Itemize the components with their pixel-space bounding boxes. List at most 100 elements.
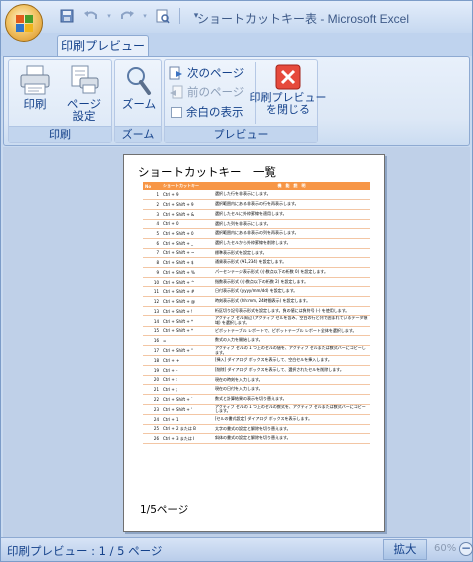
print-group: 印刷 ページ 設定 印刷 — [8, 59, 112, 143]
preview-group: 次のページ 前のページ 余白の表示 印刷プレビュー を閉じる プレビュー — [164, 59, 327, 143]
close-preview-button[interactable]: 印刷プレビュー を閉じる — [250, 64, 327, 116]
show-margins-checkbox[interactable]: 余白の表示 — [171, 104, 244, 120]
header-no: No — [143, 182, 161, 190]
preview-page[interactable]: ショートカットキー 一覧 No ショートカットキー 機 能 説 明 1 Ctrl … — [123, 154, 385, 532]
print-preview-icon[interactable] — [153, 7, 173, 25]
row-no: 1 — [143, 190, 161, 201]
row-no: 15 — [143, 326, 161, 337]
row-key: Ctrl + ; — [161, 384, 213, 395]
row-no: 17 — [143, 345, 161, 357]
header-desc: 機 能 説 明 — [213, 182, 370, 190]
zoom-in-button[interactable]: 拡大 — [383, 539, 427, 560]
preview-workspace[interactable]: ショートカットキー 一覧 No ショートカットキー 機 能 説 明 1 Ctrl … — [3, 147, 470, 537]
row-no: 24 — [143, 414, 161, 425]
close-preview-icon — [275, 64, 301, 90]
table-row: 22 Ctrl + Shift + ` 数式と計算結果の表示を切り替えます。 — [143, 394, 370, 405]
row-key: Ctrl + Shift + ~ — [161, 248, 213, 259]
table-row: 21 Ctrl + ; 現在の日付を入力します。 — [143, 384, 370, 395]
row-desc: 現在の日付を入力します。 — [213, 384, 370, 395]
checkbox-box[interactable] — [171, 106, 182, 118]
row-no: 18 — [143, 355, 161, 366]
row-key: Ctrl + Shift + * — [161, 315, 213, 327]
office-logo-icon — [16, 15, 33, 32]
table-row: 23 Ctrl + Shift + ' アクティブ セルの 1 つ上のセルの数式を、… — [143, 404, 370, 415]
sheet-title: ショートカットキー 一覧 — [138, 165, 276, 179]
row-no: 23 — [143, 404, 161, 415]
row-no: 4 — [143, 219, 161, 230]
row-desc: 桁区切り記号表示形式を設定します。負の値には負符号 (-) を使用します。 — [213, 306, 370, 317]
zoom-group: ズーム ズーム — [114, 59, 162, 143]
row-no: 3 — [143, 209, 161, 220]
row-key: Ctrl + 3 または I — [161, 433, 213, 444]
table-row: 26 Ctrl + 3 または I 斜体の書式の設定と解除を切り替えます。 — [143, 433, 370, 444]
row-desc: 通貨表示形式 (¥1,234) を設定します。 — [213, 257, 370, 268]
row-desc: 斜体の書式の設定と解除を切り替えます。 — [213, 433, 370, 444]
magnifier-icon — [127, 67, 151, 95]
row-desc: 数式の入力を開始します。 — [213, 335, 370, 346]
excel-window: ▾ ▾ ▾ ショートカットキー表 - Microsoft Excel 印刷プレビ… — [0, 0, 473, 562]
row-no: 25 — [143, 424, 161, 435]
row-key: Ctrl + Shift + " — [161, 345, 213, 357]
ribbon: 印刷 ページ 設定 印刷 ズーム ズーム 次のページ 前のページ 余白の表示 印… — [3, 56, 470, 146]
save-icon[interactable] — [57, 7, 77, 25]
row-desc: 選択したセルから外枠罫線を削除します。 — [213, 238, 370, 249]
row-desc: 選択したセルに外枠罫線を適用します。 — [213, 209, 370, 220]
row-desc: ピボットテーブル レポートで、ピボットテーブル レポート全体を選択します。 — [213, 326, 370, 337]
row-no: 9 — [143, 267, 161, 278]
row-desc: 選択範囲内にある非表示の列を再表示します。 — [213, 228, 370, 239]
row-no: 10 — [143, 277, 161, 288]
page-setup-button[interactable]: ページ 設定 — [61, 64, 107, 122]
table-row: 16 = 数式の入力を開始します。 — [143, 335, 370, 346]
zoom-button[interactable]: ズーム — [117, 64, 161, 110]
office-button[interactable] — [5, 4, 43, 42]
prev-page-button[interactable]: 前のページ — [169, 84, 244, 100]
table-row: 25 Ctrl + 2 または B 太字の書式の設定と解除を切り替えます。 — [143, 424, 370, 435]
row-key: Ctrl + 2 または B — [161, 424, 213, 435]
row-key: Ctrl + 9 — [161, 190, 213, 201]
page-setup-label: ページ 設定 — [66, 97, 102, 123]
shortcut-table: No ショートカットキー 機 能 説 明 1 Ctrl + 9 選択した行を非表示に… — [143, 182, 370, 444]
table-row: 7 Ctrl + Shift + ~ 標準表示形式を設定します。 — [143, 248, 370, 259]
tab-print-preview[interactable]: 印刷プレビュー — [57, 35, 149, 57]
quick-access-toolbar: ▾ ▾ ▾ — [57, 7, 206, 25]
status-bar: 印刷プレビュー : 1 / 5 ページ 拡大 60% − — [1, 537, 473, 561]
row-desc: 数式と計算結果の表示を切り替えます。 — [213, 394, 370, 405]
print-group-label: 印刷 — [9, 126, 111, 142]
window-title: ショートカットキー表 - Microsoft Excel — [197, 12, 410, 26]
row-no: 13 — [143, 306, 161, 317]
close-preview-label: 印刷プレビュー を閉じる — [249, 91, 327, 116]
row-desc: アクティブ セル周辺 (アクティブ セルを含み、空白の行と列で囲まれているデータ… — [213, 315, 370, 327]
table-header-row: No ショートカットキー 機 能 説 明 — [143, 182, 370, 190]
dropdown-icon[interactable]: ▾ — [141, 7, 149, 25]
header-key: ショートカットキー — [161, 182, 213, 190]
table-row: 13 Ctrl + Shift + ! 桁区切り記号表示形式を設定します。負の値には… — [143, 306, 370, 317]
dropdown-icon[interactable]: ▾ — [105, 7, 113, 25]
row-no: 6 — [143, 238, 161, 249]
row-key: Ctrl + Shift + @ — [161, 296, 213, 307]
print-button[interactable]: 印刷 — [15, 64, 55, 110]
row-key: Ctrl + Shift + ! — [161, 306, 213, 317]
row-desc: 太字の書式の設定と解除を切り替えます。 — [213, 424, 370, 435]
row-desc: 日付表示形式 (yyyy/mm/dd) を設定します。 — [213, 286, 370, 298]
status-text: 印刷プレビュー : 1 / 5 ページ — [7, 544, 163, 558]
row-key: Ctrl + + — [161, 355, 213, 366]
row-key: Ctrl + Shift + & — [161, 209, 213, 220]
row-desc: [挿入] ダイアログ ボックスを表示して、空白セルを挿入します。 — [213, 355, 370, 366]
row-key: Ctrl + 0 — [161, 219, 213, 230]
row-desc: アクティブ セルの 1 つ上のセルの数式を、アクティブ セルまたは数式バーにコピ… — [213, 404, 370, 415]
zoom-group-label: ズーム — [115, 126, 161, 142]
row-no: 19 — [143, 365, 161, 376]
table-body: 1 Ctrl + 9 選択した行を非表示にします。 2 Ctrl + Shift + 9… — [143, 190, 370, 444]
redo-icon[interactable] — [117, 7, 137, 25]
zoom-out-icon[interactable]: − — [459, 542, 473, 556]
row-key: Ctrl + 1 — [161, 414, 213, 425]
page-setup-icon — [71, 65, 99, 94]
table-row: 14 Ctrl + Shift + * アクティブ セル周辺 (アクティブ セルを含… — [143, 315, 370, 327]
row-desc: 時刻表示形式 (hh:mm, 24時間表示) を設定します。 — [213, 296, 370, 307]
row-desc: 標準表示形式を設定します。 — [213, 248, 370, 259]
row-no: 2 — [143, 199, 161, 210]
zoom-level: 60% — [434, 543, 457, 554]
next-page-button[interactable]: 次のページ — [169, 65, 244, 81]
print-label: 印刷 — [23, 97, 47, 111]
undo-icon[interactable] — [81, 7, 101, 25]
